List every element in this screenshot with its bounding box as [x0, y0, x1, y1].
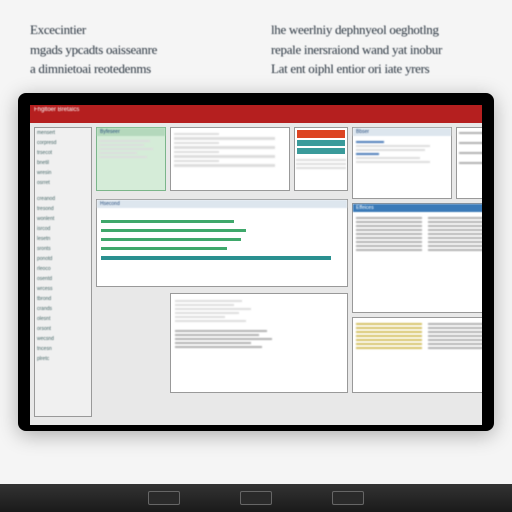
sidebar-item[interactable]: tbrond [35, 294, 91, 304]
panel-form[interactable] [170, 127, 290, 191]
nav-home-button[interactable] [240, 491, 272, 505]
sidebar-item[interactable]: trsecot [35, 148, 91, 158]
panel-bottom-right[interactable] [352, 317, 482, 393]
sidebar-item[interactable]: ponotd [35, 254, 91, 264]
bar-row [101, 238, 241, 241]
bar-row [101, 220, 234, 223]
bar-row [101, 229, 246, 232]
sidebar-item[interactable]: mensert [35, 128, 91, 138]
panel-green[interactable]: Byfeseer [96, 127, 166, 191]
sidebar-item[interactable]: osrret [35, 178, 91, 188]
panel-right-mid[interactable]: Effeices [352, 203, 482, 313]
sidebar-item[interactable]: olesnt [35, 314, 91, 324]
intro-right-line2: repale inersraiond wand yat inobur [271, 40, 482, 60]
sidebar-item[interactable]: wonlent [35, 214, 91, 224]
panel-far-right[interactable] [456, 127, 482, 199]
sidebar-item[interactable]: crands [35, 304, 91, 314]
intro-text-block: Excecintier mgads ypcadts oaisseanre a d… [0, 0, 512, 93]
panel-green-title: Byfeseer [97, 128, 165, 136]
intro-col-right: lhe weerlniy dephnyeol oeghotlng repale … [271, 20, 482, 79]
tablet-screen[interactable]: Fhgltoer Bretalcs mensert corpresd trsec… [30, 105, 482, 425]
panel-thumb[interactable] [294, 127, 348, 191]
sidebar-item[interactable]: rleoco [35, 264, 91, 274]
intro-left-line2: mgads ypcadts oaisseanre [30, 40, 241, 60]
sidebar-item[interactable]: corpresd [35, 138, 91, 148]
sidebar-item[interactable]: orsont [35, 324, 91, 334]
intro-right-line1: lhe weerlniy dephnyeol oeghotlng [271, 20, 482, 40]
sidebar-item[interactable]: lesetn [35, 234, 91, 244]
panel-right-header: Bbser [353, 128, 451, 136]
sidebar-item[interactable]: wrcess [35, 284, 91, 294]
panel-right-top[interactable]: Bbser [352, 127, 452, 199]
sidebar-item[interactable]: wresin [35, 168, 91, 178]
intro-left-line1: Excecintier [30, 20, 241, 40]
intro-col-left: Excecintier mgads ypcadts oaisseanre a d… [30, 20, 241, 79]
tablet-frame: Fhgltoer Bretalcs mensert corpresd trsec… [18, 93, 494, 431]
sidebar-item[interactable]: tncesn [35, 344, 91, 354]
app-title: Fhgltoer Bretalcs [34, 107, 79, 113]
intro-left-line3: a dimnietoai reotedenms [30, 59, 241, 79]
panel-right-mid-title: Effeices [353, 204, 482, 212]
panel-bottom-list[interactable] [170, 293, 348, 393]
panel-chart-title: Hsecond [97, 200, 347, 208]
sidebar-item[interactable]: wecsnd [35, 334, 91, 344]
sidebar-item[interactable]: tresond [35, 204, 91, 214]
sidebar-item[interactable]: isrcod [35, 224, 91, 234]
sidebar-item[interactable]: bnetil [35, 158, 91, 168]
intro-right-line3: Lat ent oiphl entior ori iate yrers [271, 59, 482, 79]
bar-row [101, 247, 227, 250]
sidebar-item[interactable]: osentd [35, 274, 91, 284]
left-sidebar: mensert corpresd trsecot bnetil wresin o… [34, 127, 92, 417]
sidebar-item[interactable]: sronts [35, 244, 91, 254]
sidebar-item[interactable]: plretc [35, 354, 91, 364]
panel-chart[interactable]: Hsecond [96, 199, 348, 287]
bar-row [101, 256, 331, 260]
nav-recent-button[interactable] [332, 491, 364, 505]
sidebar-item[interactable]: creanod [35, 194, 91, 204]
android-nav-bar [0, 484, 512, 512]
app-titlebar: Fhgltoer Bretalcs [30, 105, 482, 123]
nav-back-button[interactable] [148, 491, 180, 505]
